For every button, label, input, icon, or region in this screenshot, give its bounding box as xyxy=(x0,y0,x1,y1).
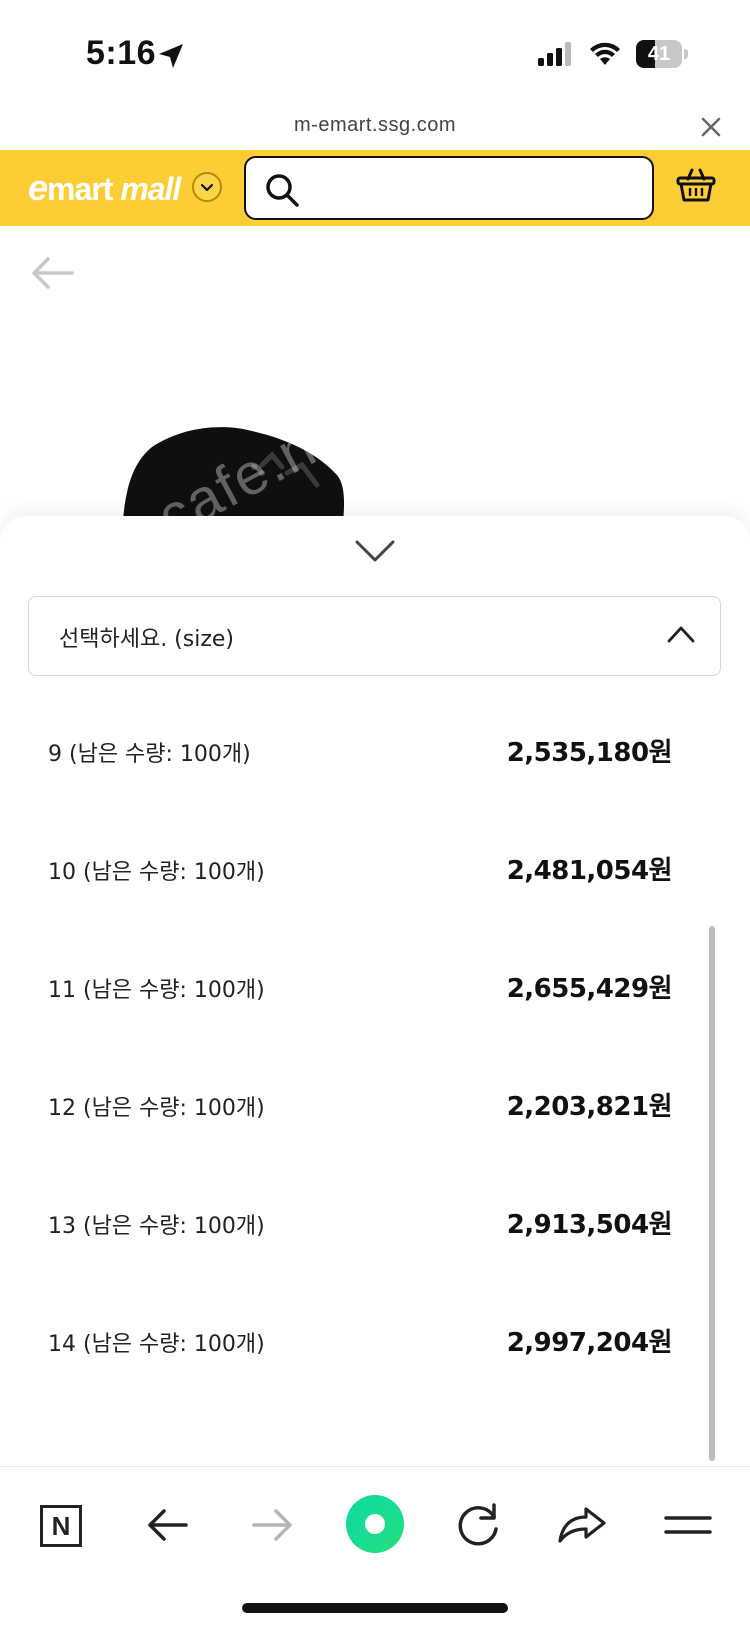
browser-reload-button[interactable] xyxy=(446,1493,510,1557)
home-green-icon xyxy=(346,1495,404,1553)
sheet-scrollbar[interactable] xyxy=(709,926,715,1461)
sheet-collapse-chevron-icon[interactable] xyxy=(354,538,396,564)
forward-arrow-icon xyxy=(252,1509,292,1541)
wifi-icon xyxy=(590,42,620,65)
size-option-label: 10 (남은 수량: 100개) xyxy=(48,860,265,885)
url-text[interactable]: m-emart.ssg.com xyxy=(0,114,750,137)
page-back-arrow-icon[interactable] xyxy=(30,255,74,291)
battery-level: 41 xyxy=(647,43,671,65)
reload-icon xyxy=(458,1503,498,1546)
search-icon[interactable] xyxy=(264,172,300,208)
size-option-row[interactable]: 10 (남은 수량: 100개) 2,481,054원 xyxy=(0,834,700,934)
size-select[interactable]: 선택하세요. (size) xyxy=(28,596,721,676)
back-arrow-icon xyxy=(148,1509,188,1541)
browser-menu-button[interactable] xyxy=(656,1493,720,1557)
cart-basket-icon[interactable] xyxy=(675,164,717,206)
size-option-price: 2,481,054원 xyxy=(506,856,673,886)
status-bar: 5:16 41 xyxy=(0,0,750,110)
size-option-price: 2,997,204원 xyxy=(506,1328,673,1358)
browser-home-button[interactable] xyxy=(344,1493,408,1557)
size-option-price: 2,913,504원 xyxy=(506,1210,673,1240)
size-option-label: 14 (남은 수량: 100개) xyxy=(48,1332,265,1357)
naver-n-button[interactable]: N xyxy=(30,1493,94,1557)
size-option-label: 12 (남은 수량: 100개) xyxy=(48,1096,265,1121)
size-select-label: 선택하세요. (size) xyxy=(59,627,235,652)
size-option-row[interactable]: 9 (남은 수량: 100개) 2,535,180원 xyxy=(0,716,700,816)
size-option-price: 2,655,429원 xyxy=(506,974,673,1004)
browser-toolbar: N xyxy=(0,1466,750,1626)
battery-icon: 41 xyxy=(636,40,688,68)
share-icon xyxy=(558,1507,606,1543)
browser-forward-button[interactable] xyxy=(240,1493,304,1557)
url-bar[interactable]: m-emart.ssg.com xyxy=(0,110,750,150)
size-option-row[interactable]: 12 (남은 수량: 100개) 2,203,821원 xyxy=(0,1070,700,1170)
size-option-row[interactable]: 13 (남은 수량: 100개) 2,913,504원 xyxy=(0,1188,700,1288)
size-option-label: 11 (남은 수량: 100개) xyxy=(48,978,265,1003)
chevron-down-icon xyxy=(200,183,214,192)
close-icon[interactable] xyxy=(700,116,722,138)
emart-mall-logo[interactable]: emart mall xyxy=(28,166,181,210)
size-option-row[interactable]: 11 (남은 수량: 100개) 2,655,429원 xyxy=(0,952,700,1052)
browser-back-button[interactable] xyxy=(136,1493,200,1557)
mall-switch-toggle[interactable] xyxy=(192,172,222,202)
home-indicator[interactable] xyxy=(242,1603,508,1613)
status-time: 5:16 xyxy=(86,34,157,72)
location-arrow-icon xyxy=(159,44,183,68)
size-option-row[interactable]: 14 (남은 수량: 100개) 2,997,204원 xyxy=(0,1306,700,1406)
chevron-up-icon xyxy=(667,626,695,643)
cellular-signal-icon xyxy=(538,42,571,66)
site-header: emart mall xyxy=(0,150,750,226)
menu-icon xyxy=(664,1516,712,1534)
search-box[interactable] xyxy=(244,156,654,220)
size-option-price: 2,535,180원 xyxy=(506,738,673,768)
size-option-price: 2,203,821원 xyxy=(506,1092,673,1122)
option-bottom-sheet: 선택하세요. (size) 9 (남은 수량: 100개) 2,535,180원… xyxy=(0,516,750,1466)
size-option-label: 9 (남은 수량: 100개) xyxy=(48,742,251,767)
size-option-label: 13 (남은 수량: 100개) xyxy=(48,1214,265,1239)
naver-n-icon: N xyxy=(40,1505,82,1547)
search-input[interactable] xyxy=(312,168,632,208)
browser-share-button[interactable] xyxy=(550,1493,614,1557)
